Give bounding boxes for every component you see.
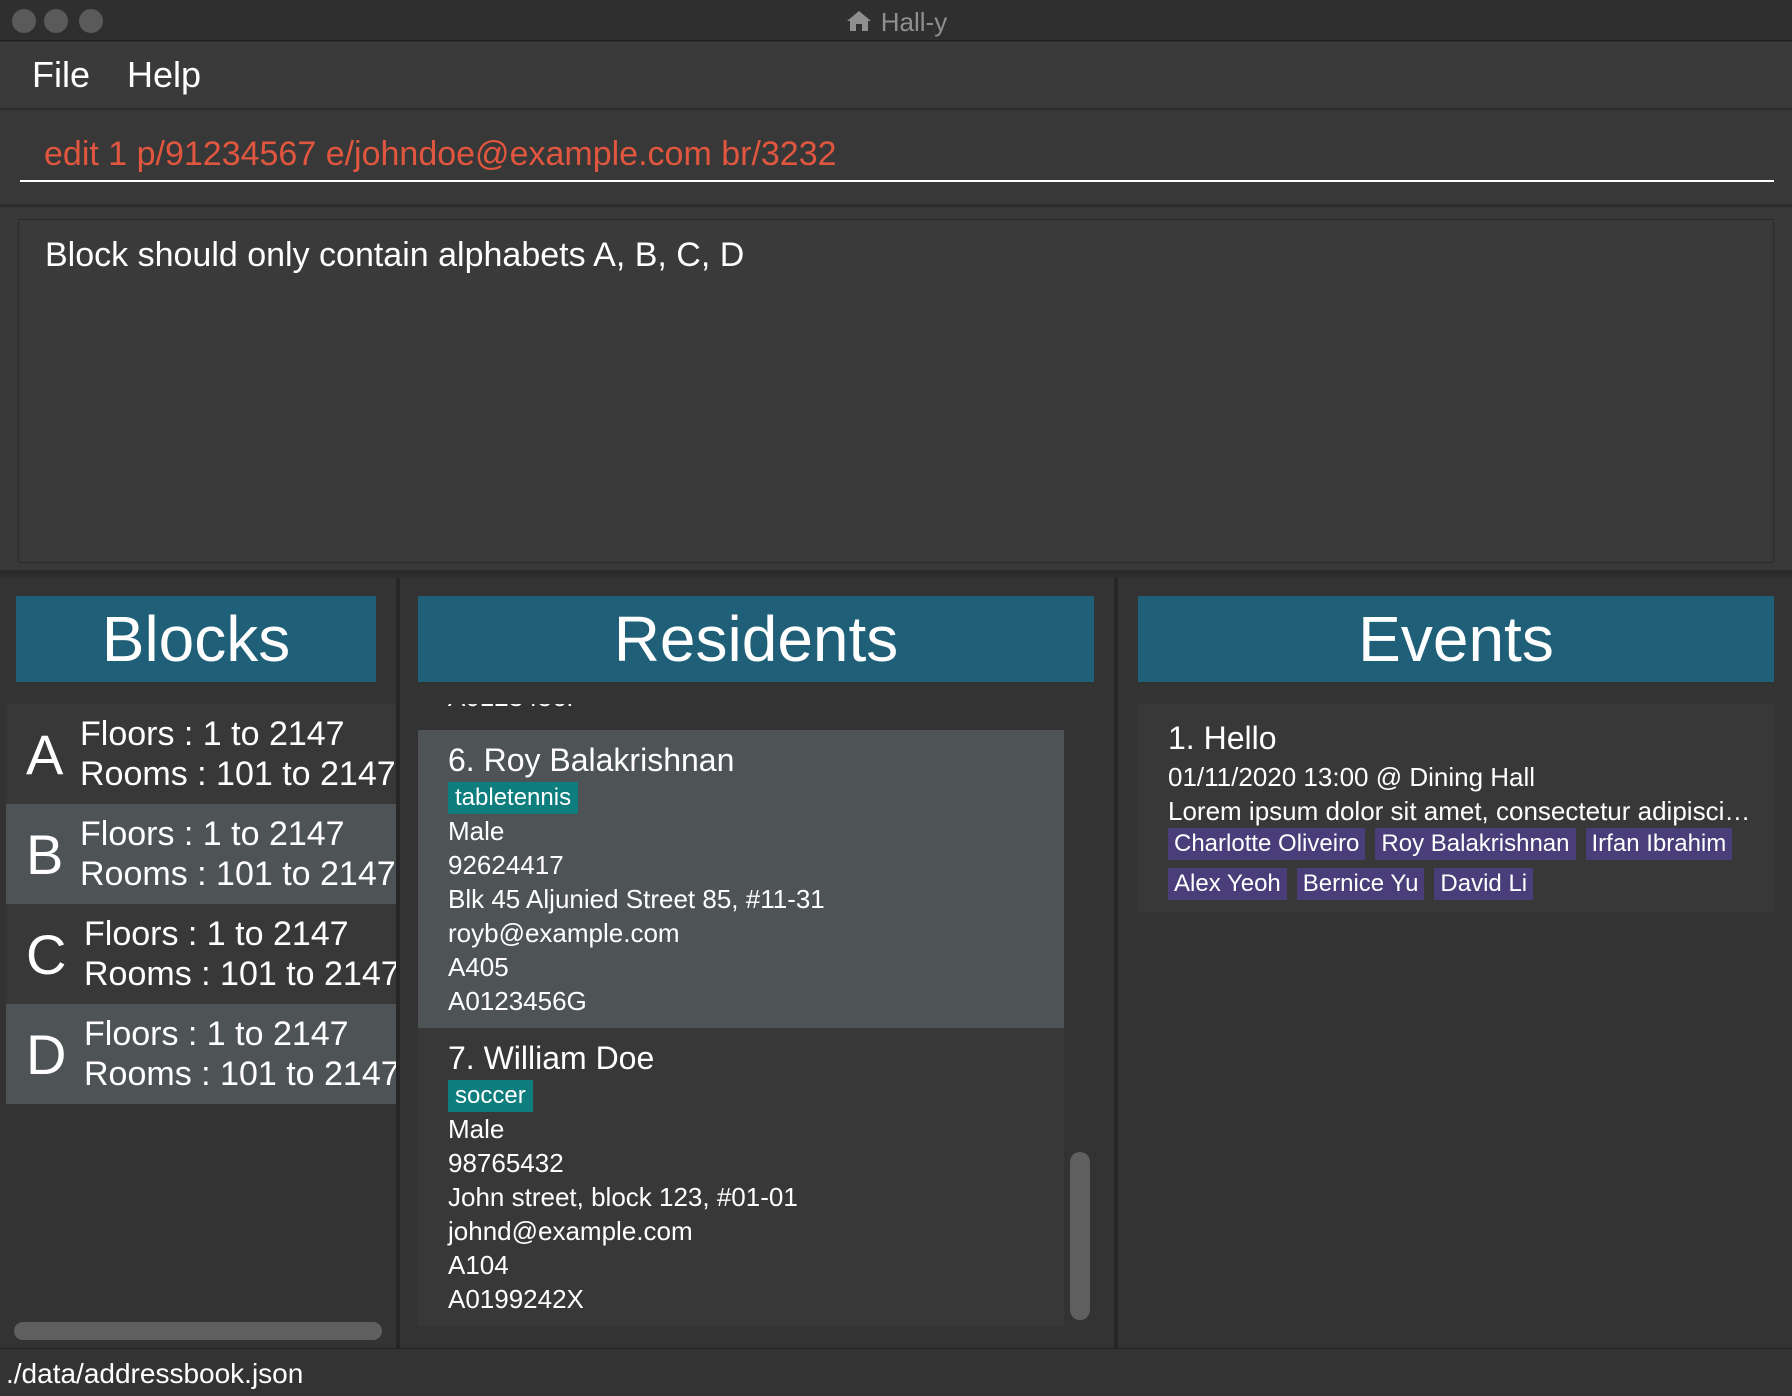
menu-bar: File Help: [0, 42, 1792, 109]
block-letter: B: [26, 823, 64, 886]
resident-address: Blk 45 Aljunied Street 85, #11-31: [448, 884, 825, 914]
block-card-d[interactable]: D Floors : 1 to 2147 Rooms : 101 to 2147…: [6, 1004, 396, 1104]
status-file-path: ./data/addressbook.json: [6, 1358, 304, 1389]
block-card-c[interactable]: C Floors : 1 to 2147 Rooms : 101 to 2147…: [6, 904, 396, 1004]
block-floors: Floors : 1 to 2147: [80, 715, 345, 753]
menu-file[interactable]: File: [32, 54, 90, 96]
resident-address: John street, block 123, #01-01: [448, 1182, 798, 1212]
window-title-group: Hall-y: [0, 7, 1792, 40]
resident-name: 7. William Doe: [448, 1040, 655, 1076]
blocks-horizontal-scrollbar[interactable]: [14, 1322, 382, 1340]
attendee-tag: Bernice Yu: [1296, 868, 1425, 900]
residents-header: Residents: [418, 596, 1094, 682]
residents-scrollbar-thumb[interactable]: [1070, 1152, 1090, 1320]
resident-card-7[interactable]: 7. William Doe soccer Male 98765432 John…: [418, 1028, 1064, 1326]
resident-email: johnd@example.com: [448, 1216, 693, 1246]
attendee-tag: Roy Balakrishnan: [1375, 828, 1576, 860]
events-header: Events: [1138, 596, 1774, 682]
block-floors: Floors : 1 to 2147: [84, 915, 349, 953]
command-input[interactable]: [20, 128, 1774, 182]
title-bar: Hall-y: [0, 0, 1792, 41]
block-rooms: Rooms : 101 to 214720: [80, 855, 396, 893]
attendee-tag: Charlotte Oliveiro: [1168, 828, 1366, 860]
residents-list: A0123456F 6. Roy Balakrishnan tabletenni…: [418, 704, 1064, 1326]
resident-room: A405: [448, 952, 509, 982]
resident-name: 6. Roy Balakrishnan: [448, 742, 735, 778]
attendee-tag: David Li: [1434, 868, 1534, 900]
resident-email: royb@example.com: [448, 918, 680, 948]
app-window: Hall-y File Help Block should only conta…: [0, 0, 1792, 1396]
result-display: Block should only contain alphabets A, B…: [0, 206, 1792, 574]
resident-matric: A0123456G: [448, 986, 587, 1016]
event-time: 01/11/2020 13:00 @ Dining Hall: [1168, 762, 1536, 792]
command-box: [0, 110, 1792, 204]
attendee-tag: Alex Yeoh: [1168, 868, 1287, 900]
block-rooms: Rooms : 101 to 214720: [80, 755, 396, 793]
block-rooms: Rooms : 101 to 214720: [84, 1055, 396, 1093]
resident-gender: Male: [448, 1114, 505, 1144]
blocks-list: A Floors : 1 to 2147 Rooms : 101 to 2147…: [6, 704, 396, 1104]
resident-phone: 98765432: [448, 1148, 564, 1178]
attendee-tag: Irfan Ibrahim: [1585, 828, 1733, 860]
event-attendees: Charlotte Oliveiro Roy Balakrishnan Irfan …: [1168, 828, 1768, 908]
block-card-b[interactable]: B Floors : 1 to 2147 Rooms : 101 to 2147…: [6, 804, 396, 904]
blocks-panel: Blocks A Floors : 1 to 2147 Rooms : 101 …: [0, 578, 396, 1348]
block-rooms: Rooms : 101 to 214720: [84, 955, 396, 993]
event-title: 1. Hello: [1168, 720, 1277, 756]
resident-phone: 92624417: [448, 850, 564, 880]
block-floors: Floors : 1 to 2147: [84, 1015, 349, 1053]
events-panel: Events 1. Hello 01/11/2020 13:00 @ Dinin…: [1118, 578, 1792, 1348]
block-letter: D: [26, 1023, 67, 1086]
resident-tag: soccer: [448, 1080, 533, 1112]
event-description: Lorem ipsum dolor sit amet, consectetur …: [1168, 796, 1764, 826]
block-letter: C: [26, 923, 67, 986]
result-message: Block should only contain alphabets A, B…: [45, 236, 745, 274]
blocks-header: Blocks: [16, 596, 376, 682]
resident-gender: Male: [448, 816, 505, 846]
window-title: Hall-y: [880, 7, 948, 37]
resident-matric: A0199242X: [448, 1284, 584, 1314]
residents-panel: Residents A0123456F 6. Roy Balakrishnan …: [400, 578, 1114, 1348]
resident-room: A104: [448, 1250, 509, 1280]
event-card[interactable]: 1. Hello 01/11/2020 13:00 @ Dining Hall …: [1138, 704, 1774, 912]
result-box: Block should only contain alphabets A, B…: [18, 219, 1774, 563]
house-icon: [845, 9, 873, 40]
resident-matric-clipped: A0123456F: [448, 704, 582, 713]
resident-tag: tabletennis: [448, 782, 579, 814]
menu-help[interactable]: Help: [127, 54, 201, 96]
block-card-a[interactable]: A Floors : 1 to 2147 Rooms : 101 to 2147…: [6, 704, 396, 804]
block-letter: A: [26, 723, 64, 786]
block-floors: Floors : 1 to 2147: [80, 815, 345, 853]
status-bar: ./data/addressbook.json: [0, 1348, 1792, 1396]
resident-card-6[interactable]: 6. Roy Balakrishnan tabletennis Male 926…: [418, 730, 1064, 1028]
